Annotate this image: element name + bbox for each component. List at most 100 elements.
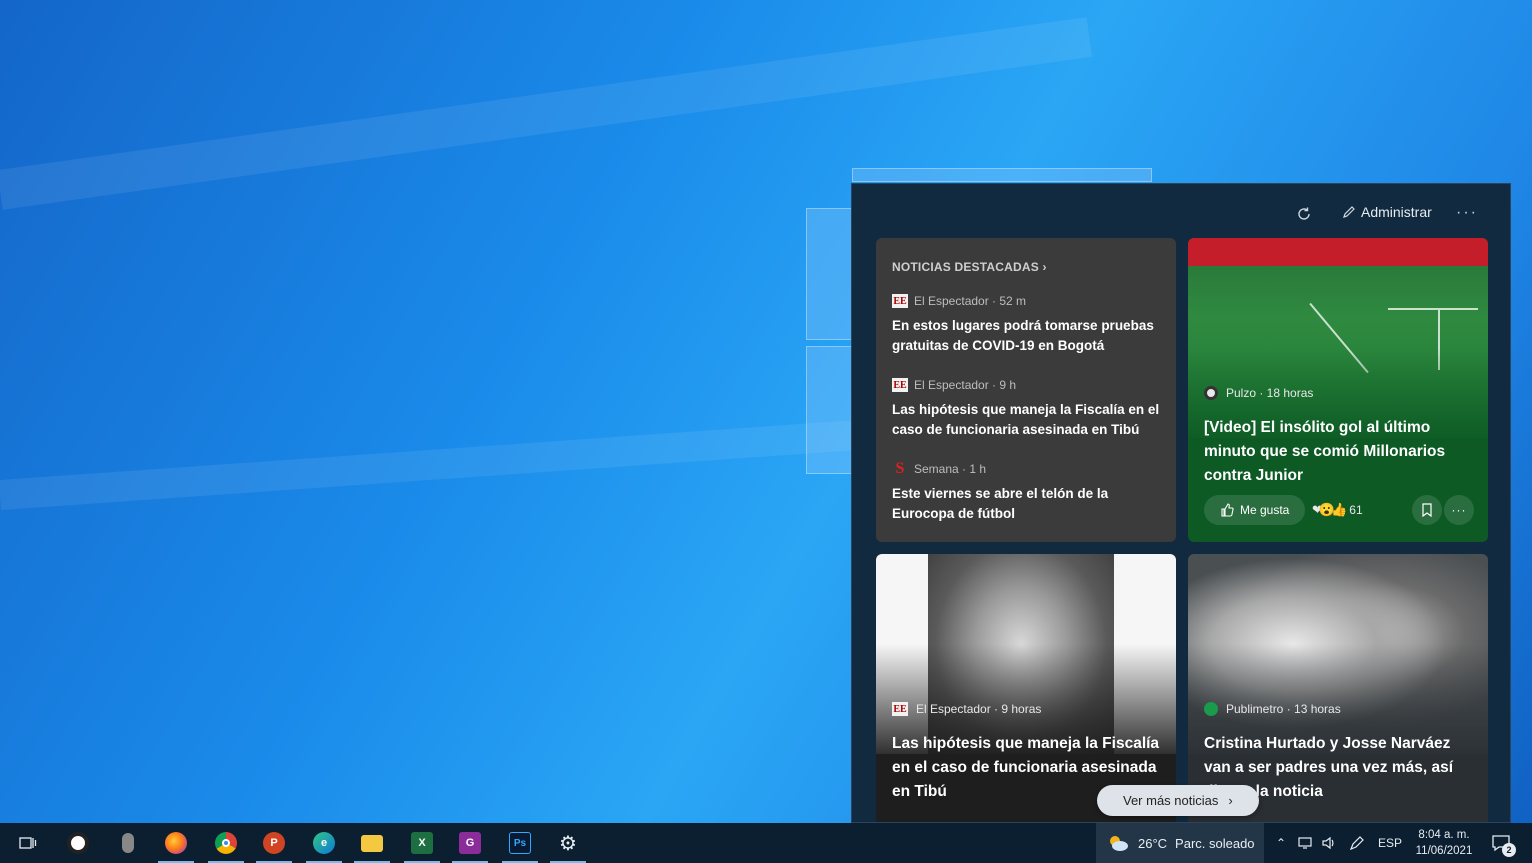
pitch-line: [1388, 308, 1478, 310]
folder-icon: [361, 834, 383, 852]
weather-condition: Parc. soleado: [1175, 835, 1255, 851]
clock-date: 11/06/2021: [1415, 845, 1473, 857]
panel-header: Administrar ···: [852, 184, 1510, 238]
excel-button[interactable]: X: [398, 823, 446, 863]
card-source: Pulzo · 18 horas: [1226, 386, 1314, 400]
story-title: Este viernes se abre el telón de la Euro…: [892, 486, 1109, 521]
see-more-label: Ver más noticias: [1123, 793, 1219, 808]
notification-count-badge: 2: [1502, 843, 1516, 857]
card-more-button[interactable]: ···: [1444, 495, 1474, 525]
card-source: El Espectador · 9 horas: [916, 702, 1042, 716]
chevron-right-icon: ›: [1228, 793, 1233, 808]
globe-icon: [1204, 702, 1218, 716]
windows-logo-pane: [806, 208, 852, 340]
edge-button[interactable]: e: [300, 823, 348, 863]
top-story-item[interactable]: S Semana · 1 h Este viernes se abre el t…: [892, 460, 1162, 524]
news-and-interests-panel: Administrar ··· NOTICIAS DESTACADAS › EE…: [851, 183, 1511, 823]
el-espectador-logo-icon: EE: [892, 702, 908, 716]
like-label: Me gusta: [1240, 503, 1290, 517]
bookmark-icon: [1422, 503, 1432, 517]
story-source: El Espectador · 9 h: [914, 378, 1017, 392]
reaction-count: 61: [1349, 503, 1363, 517]
story-meta: EE El Espectador · 9 h: [892, 378, 1162, 392]
input-language-button[interactable]: ESP: [1374, 823, 1406, 863]
panel-more-button[interactable]: ···: [1456, 204, 1478, 222]
top-stories-title: NOTICIAS DESTACADAS: [892, 260, 1039, 274]
photoshop-icon: Ps: [509, 832, 531, 854]
see-more-news-button[interactable]: Ver más noticias ›: [1097, 785, 1259, 816]
partly-sunny-icon: [1110, 836, 1128, 851]
top-story-item[interactable]: EE El Espectador · 9 h Las hipótesis que…: [892, 378, 1162, 440]
photoshop-button[interactable]: Ps: [496, 823, 544, 863]
taskbar: P e X G Ps ⚙ 26°C Parc. soleado ⌃ ESP 8:…: [0, 823, 1532, 863]
top-story-item[interactable]: EE El Espectador · 52 m En estos lugares…: [892, 294, 1162, 356]
file-explorer-button[interactable]: [348, 823, 396, 863]
reactions: ❤😮👍 61: [1312, 502, 1363, 518]
top-stories-card: NOTICIAS DESTACADAS › EE El Espectador ·…: [876, 238, 1176, 542]
windows-logo-pane: [806, 346, 852, 474]
show-hidden-icons-button[interactable]: ⌃: [1270, 823, 1292, 863]
action-center-button[interactable]: 2: [1488, 831, 1516, 857]
powerpoint-icon: P: [263, 832, 285, 854]
save-button[interactable]: [1412, 495, 1442, 525]
pdf-app-icon: G: [459, 832, 481, 854]
powerpoint-button[interactable]: P: [250, 823, 298, 863]
card-meta: Publimetro · 13 horas: [1204, 702, 1341, 716]
card-source: Publimetro · 13 horas: [1226, 702, 1341, 716]
story-title: En estos lugares podrá tomarse pruebas g…: [892, 318, 1154, 353]
more-dots-icon: ···: [1451, 503, 1467, 517]
pen-button[interactable]: [1346, 823, 1368, 863]
microphone-icon: [122, 833, 134, 853]
sport-news-card[interactable]: Pulzo · 18 horas [Video] El insólito gol…: [1188, 238, 1488, 542]
manage-button[interactable]: Administrar: [1342, 204, 1432, 220]
clock[interactable]: 8:04 a. m. 11/06/2021: [1408, 827, 1480, 859]
microphone-app-button[interactable]: [104, 823, 152, 863]
story-meta: EE El Espectador · 52 m: [892, 294, 1162, 308]
card-meta: EE El Espectador · 9 horas: [892, 702, 1041, 716]
recorder-app-button[interactable]: [54, 823, 102, 863]
edge-icon: e: [313, 832, 335, 854]
network-button[interactable]: [1294, 823, 1316, 863]
story-meta: S Semana · 1 h: [892, 460, 1162, 477]
story-source: Semana · 1 h: [914, 462, 987, 476]
story-title: Las hipótesis que maneja la Fiscalía en …: [892, 402, 1160, 437]
el-espectador-logo-icon: EE: [892, 294, 908, 308]
story-source: El Espectador · 52 m: [914, 294, 1027, 308]
pdf-app-button[interactable]: G: [446, 823, 494, 863]
refresh-button[interactable]: [1292, 202, 1316, 226]
gear-icon: ⚙: [559, 832, 577, 855]
speaker-icon: [1322, 836, 1334, 850]
volume-button[interactable]: [1318, 823, 1340, 863]
network-icon: [1298, 837, 1312, 849]
excel-icon: X: [411, 832, 433, 854]
celebrity-news-card[interactable]: Publimetro · 13 horas Cristina Hurtado y…: [1188, 554, 1488, 822]
manage-label: Administrar: [1361, 204, 1432, 220]
thumbs-up-icon: [1221, 503, 1234, 517]
task-view-icon: [19, 837, 37, 849]
reaction-emojis: ❤😮👍: [1312, 502, 1347, 517]
clock-time: 8:04 a. m.: [1418, 829, 1470, 841]
settings-button[interactable]: ⚙: [544, 823, 592, 863]
pencil-icon: [1343, 206, 1355, 218]
top-stories-heading[interactable]: NOTICIAS DESTACADAS ›: [892, 260, 1047, 274]
el-espectador-logo-icon: EE: [892, 378, 908, 392]
like-button[interactable]: Me gusta: [1204, 495, 1306, 525]
task-view-button[interactable]: [4, 823, 52, 863]
recorder-icon: [67, 832, 89, 854]
firefox-icon: [165, 832, 187, 854]
chevron-up-icon: ⌃: [1275, 836, 1287, 850]
semana-logo-icon: S: [895, 460, 905, 477]
card-title: [Video] El insólito gol al último minuto…: [1204, 419, 1446, 484]
weather-temperature: 26°C: [1138, 835, 1168, 851]
chrome-icon: [215, 832, 237, 854]
weather-widget-button[interactable]: 26°C Parc. soleado: [1096, 823, 1264, 863]
refresh-icon: [1298, 207, 1310, 220]
card-meta: Pulzo · 18 horas: [1204, 386, 1313, 400]
pulzo-logo-icon: [1204, 386, 1218, 400]
firefox-button[interactable]: [152, 823, 200, 863]
portrait-news-card[interactable]: EE El Espectador · 9 horas Las hipótesis…: [876, 554, 1176, 822]
chrome-button[interactable]: [202, 823, 250, 863]
pen-icon: [1349, 836, 1364, 851]
windows-logo-pane: [852, 168, 1152, 182]
chevron-right-icon: ›: [1042, 260, 1047, 274]
